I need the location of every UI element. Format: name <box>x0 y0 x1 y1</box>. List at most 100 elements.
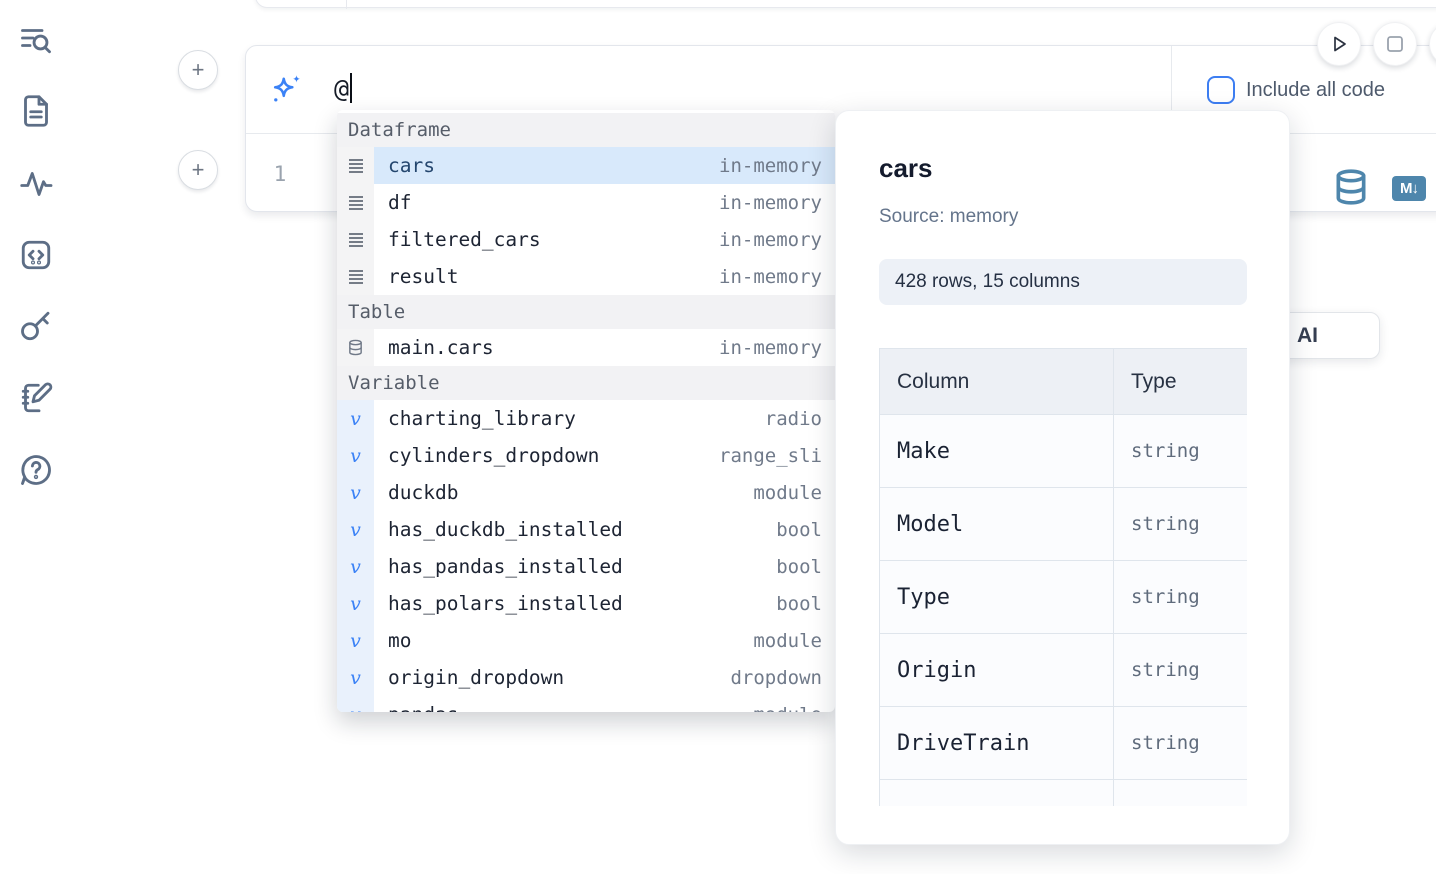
autocomplete-item-main: df in-memory <box>374 184 835 221</box>
autocomplete-item-gutter <box>337 221 374 258</box>
autocomplete-item-type: range_sli <box>719 445 835 467</box>
autocomplete-item-gutter: v <box>337 511 374 548</box>
notebook-edit-icon[interactable] <box>18 380 54 416</box>
schema-column-name <box>880 780 1114 807</box>
autocomplete-item-type: in-memory <box>719 266 835 288</box>
autocomplete-section-header: Table <box>337 295 835 329</box>
autocomplete-item[interactable]: vmomodule <box>337 622 835 659</box>
variable-icon: v <box>350 556 361 578</box>
ai-prompt-input[interactable]: @ <box>334 73 352 103</box>
preview-stats-badge: 428 rows, 15 columns <box>879 259 1247 305</box>
schema-column-type: string <box>1114 561 1248 634</box>
text-caret <box>350 73 352 103</box>
markdown-badge-icon[interactable]: M↓ <box>1392 176 1426 201</box>
autocomplete-item-main: charting_library radio <box>374 400 835 437</box>
autocomplete-item-gutter <box>337 329 374 366</box>
key-icon[interactable] <box>18 308 54 344</box>
previous-cell-edge <box>255 0 1436 8</box>
autocomplete-item[interactable]: v cylinders_dropdown range_sli <box>337 437 835 474</box>
autocomplete-item-main: has_duckdb_installedbool <box>374 511 835 548</box>
autocomplete-item[interactable]: v has_pandas_installed bool <box>337 548 835 585</box>
autocomplete-item-name: has_pandas_installed <box>374 555 623 578</box>
autocomplete-item-type: in-memory <box>719 337 835 359</box>
dataframe-rows-icon <box>347 195 365 211</box>
autocomplete-item-main: duckdbmodule <box>374 474 835 511</box>
autocomplete-item-name: origin_dropdown <box>374 666 564 689</box>
autocomplete-item-type: module <box>753 630 835 652</box>
autocomplete-item-type: bool <box>776 556 835 578</box>
schema-column-type <box>1114 780 1248 807</box>
schema-column-name: Origin <box>880 634 1114 707</box>
variable-icon: v <box>350 408 361 430</box>
autocomplete-item-main: filtered_carsin-memory <box>374 221 835 258</box>
code-snippet-icon[interactable] <box>18 237 54 273</box>
ai-sparkle-icon <box>268 72 304 108</box>
stop-button[interactable] <box>1373 22 1417 66</box>
variable-icon: v <box>350 704 361 713</box>
autocomplete-item[interactable]: vpandasmodule <box>337 696 835 712</box>
autocomplete-item-gutter <box>337 258 374 295</box>
schema-row: Originstring <box>880 634 1248 707</box>
autocomplete-item-name: has_polars_installed <box>374 592 623 615</box>
schema-header-column: Column <box>880 349 1114 415</box>
autocomplete-item-type: radio <box>765 408 835 430</box>
run-cell-button[interactable] <box>1317 22 1361 66</box>
autocomplete-item-gutter: v <box>337 585 374 622</box>
autocomplete-item-name: charting_library <box>374 407 576 430</box>
autocomplete-item[interactable]: v charting_library radio <box>337 400 835 437</box>
file-document-icon[interactable] <box>18 93 54 129</box>
variable-icon: v <box>350 445 361 467</box>
schema-column-name: Type <box>880 561 1114 634</box>
autocomplete-item-gutter: v <box>337 474 374 511</box>
variable-icon: v <box>350 482 361 504</box>
autocomplete-item-main: has_polars_installed bool <box>374 585 835 622</box>
autocomplete-item-gutter <box>337 184 374 221</box>
autocomplete-item-gutter: v <box>337 548 374 585</box>
dataframe-rows-icon <box>347 269 365 285</box>
autocomplete-section-header: Dataframe <box>337 113 835 147</box>
add-cell-below-button[interactable]: + <box>178 150 218 190</box>
schema-row: Typestring <box>880 561 1248 634</box>
previous-cell-gutter-divider <box>346 0 347 9</box>
autocomplete-item-type: bool <box>776 593 835 615</box>
schema-header-type: Type <box>1114 349 1248 415</box>
autocomplete-item[interactable]: filtered_carsin-memory <box>337 221 835 258</box>
autocomplete-item-type: in-memory <box>719 192 835 214</box>
sidebar <box>0 0 72 874</box>
autocomplete-item-name: main.cars <box>374 336 494 359</box>
autocomplete-item-gutter <box>337 147 374 184</box>
line-number: 1 <box>270 134 290 213</box>
autocomplete-item[interactable]: vhas_polars_installed bool <box>337 585 835 622</box>
schema-row: DriveTrainstring <box>880 707 1248 780</box>
autocomplete-section-header: Variable <box>337 366 835 400</box>
database-icon[interactable] <box>1332 168 1370 206</box>
schema-column-name: DriveTrain <box>880 707 1114 780</box>
autocomplete-item[interactable]: v duckdbmodule <box>337 474 835 511</box>
preview-source: Source: memory <box>879 206 1018 228</box>
autocomplete-item-gutter: v <box>337 622 374 659</box>
list-search-icon[interactable] <box>18 23 54 59</box>
autocomplete-item-name: df <box>374 191 411 214</box>
autocomplete-item-main: momodule <box>374 622 835 659</box>
help-chat-icon[interactable] <box>18 452 54 488</box>
autocomplete-item-gutter: v <box>337 400 374 437</box>
autocomplete-item-name: cars <box>374 154 435 177</box>
autocomplete-item-type: module <box>753 482 835 504</box>
activity-pulse-icon[interactable] <box>18 166 54 202</box>
autocomplete-item[interactable]: cars in-memory <box>337 147 835 184</box>
autocomplete-item-name: cylinders_dropdown <box>374 444 599 467</box>
autocomplete-item[interactable]: df in-memory <box>337 184 835 221</box>
schema-column-type: string <box>1114 707 1248 780</box>
variable-icon: v <box>350 667 361 689</box>
schema-column-name: Model <box>880 488 1114 561</box>
preview-title: cars <box>879 153 933 184</box>
autocomplete-item[interactable]: vhas_duckdb_installedbool <box>337 511 835 548</box>
autocomplete-item-main: main.cars in-memory <box>374 329 835 366</box>
autocomplete-item[interactable]: resultin-memory <box>337 258 835 295</box>
autocomplete-item-type: in-memory <box>719 155 835 177</box>
autocomplete-item[interactable]: main.cars in-memory <box>337 329 835 366</box>
include-all-code-checkbox[interactable] <box>1207 76 1235 104</box>
add-cell-above-button[interactable]: + <box>178 50 218 90</box>
autocomplete-item[interactable]: vorigin_dropdowndropdown <box>337 659 835 696</box>
marimo-notebook: + + @ Include all code 1 M↓ Dataframecar… <box>0 0 1436 874</box>
